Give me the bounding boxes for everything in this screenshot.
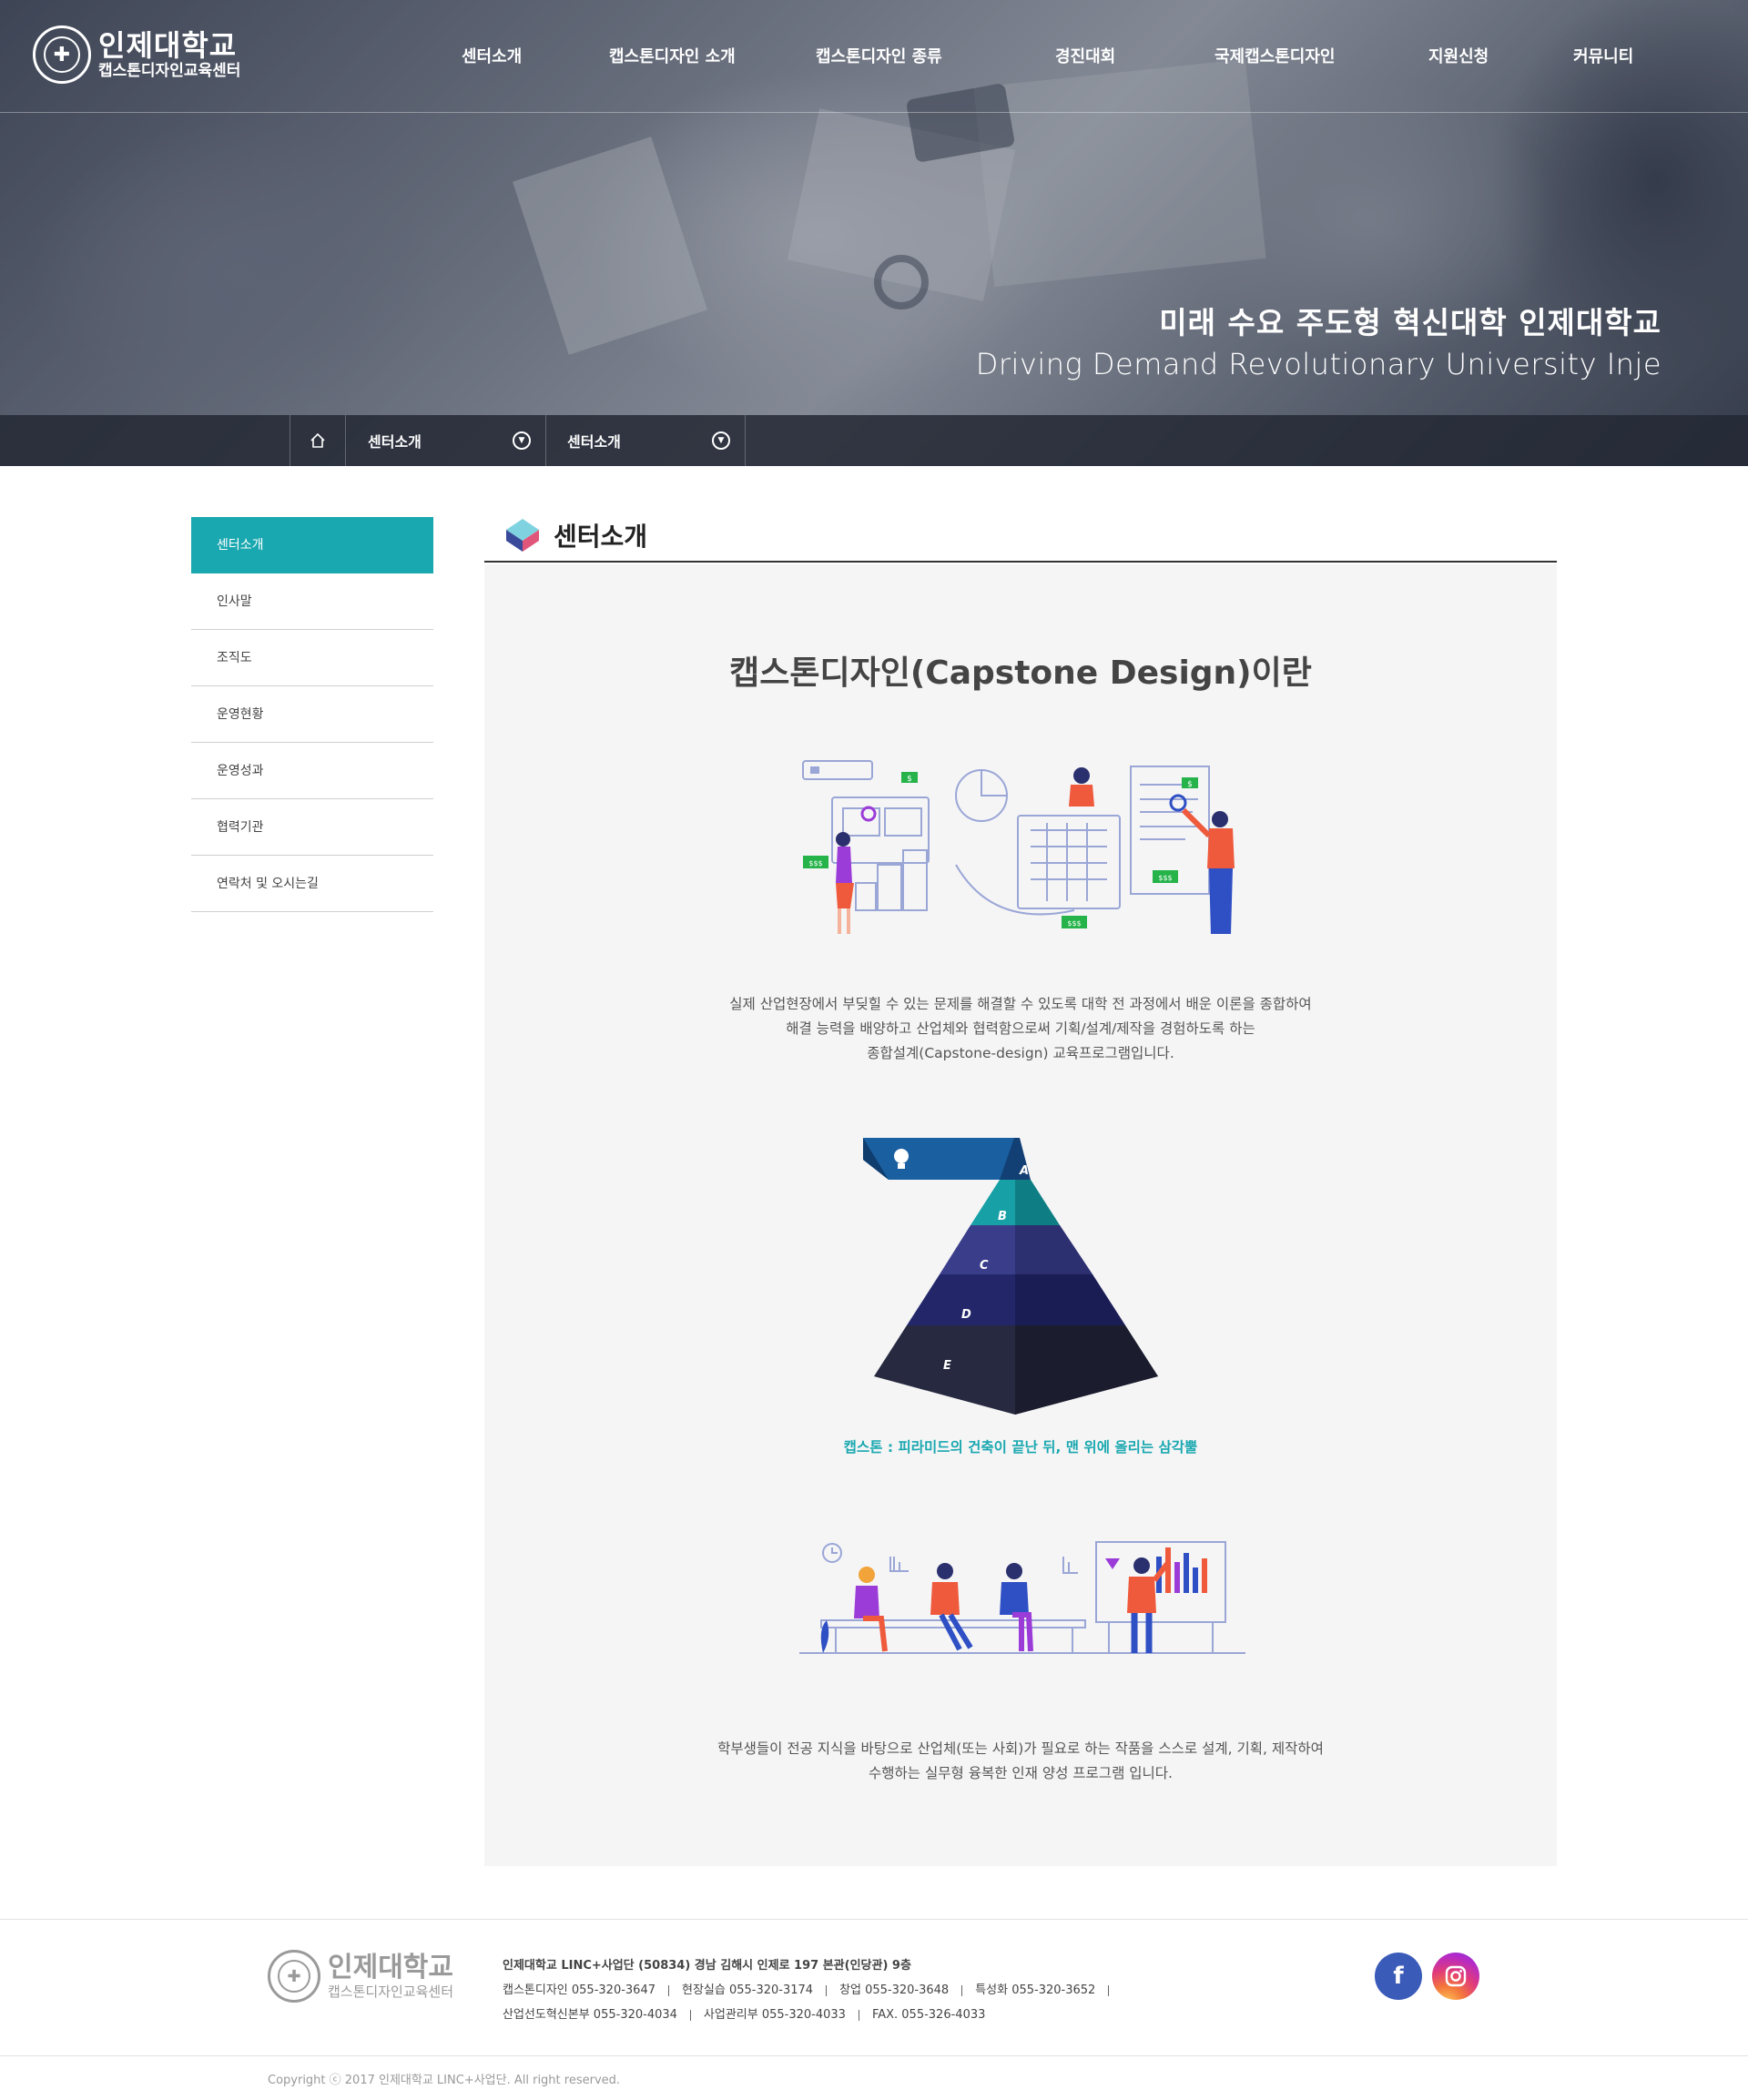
breadcrumb: 센터소개 ▼ 센터소개 ▼ <box>0 415 1748 466</box>
nav-item-community[interactable]: 커뮤니티 <box>1573 44 1633 67</box>
money-badge: $ <box>1187 780 1193 789</box>
money-badge: $$$ <box>1067 919 1081 928</box>
hero-banner: ✚ 인제대학교 캡스톤디자인교육센터 센터소개 캡스톤디자인 소개 캡스톤디자인… <box>0 0 1748 466</box>
team-meeting-illustration <box>799 1541 1245 1654</box>
nav-item-competition[interactable]: 경진대회 <box>1055 44 1115 67</box>
intro-description: 실제 산업현장에서 부딪힐 수 있는 문제를 해결할 수 있도록 대학 전 과정… <box>729 996 1312 1061</box>
nav-item-international[interactable]: 국제캡스톤디자인 <box>1214 44 1335 67</box>
nav-item-apply[interactable]: 지원신청 <box>1428 44 1489 67</box>
pyramid-label: D <box>961 1308 971 1322</box>
page-title: 센터소개 <box>554 522 648 552</box>
footer-contacts-row1: 캡스톤디자인 055-320-3647 현장실습 055-320-3174 창업 0… <box>503 1978 1122 2003</box>
footer-divider <box>0 1919 1748 1920</box>
footer-contact-info: 인제대학교 LINC+사업단 (50834) 경남 김해시 인제로 197 본관… <box>503 1953 1122 2027</box>
hero-slogan: 미래 수요 주도형 혁신대학 인제대학교 Driving Demand Revo… <box>976 302 1662 384</box>
pyramid-illustration: A B C D E <box>863 1138 1158 1415</box>
footer-address: 인제대학교 LINC+사업단 (50834) 경남 김해시 인제로 197 본관… <box>503 1959 911 1973</box>
money-badge: $ <box>907 775 912 784</box>
nav-item-capstone-types[interactable]: 캡스톤디자인 종류 <box>816 44 942 67</box>
pyramid-label: E <box>943 1359 951 1373</box>
sidebar-item-greeting[interactable]: 인사말 <box>191 573 433 630</box>
sidebar-nav: 센터소개 인사말 조직도 운영현황 운영성과 협력기관 연락처 및 오시는길 <box>191 517 433 912</box>
business-analytics-illustration: $ $$$ $$$ $$$ $ <box>802 760 1235 934</box>
breadcrumb-level2[interactable]: 센터소개 ▼ <box>545 415 746 466</box>
program-description: 학부생들이 전공 지식을 바탕으로 산업체(또는 사회)가 필요로 하는 작품을… <box>717 1740 1324 1781</box>
pyramid-label: B <box>998 1210 1007 1223</box>
cube-icon <box>504 517 541 553</box>
chevron-down-icon: ▼ <box>513 431 531 450</box>
nav-item-capstone-intro[interactable]: 캡스톤디자인 소개 <box>609 44 736 67</box>
pyramid-caption: 캡스톤 : 피라미드의 건축이 끝난 뒤, 맨 위에 올리는 삼각뿔 <box>843 1439 1198 1456</box>
section-heading: 캡스톤디자인(Capstone Design)이란 <box>729 654 1312 692</box>
university-emblem-icon: ✚ <box>268 1950 320 2003</box>
top-bar: ✚ 인제대학교 캡스톤디자인교육센터 센터소개 캡스톤디자인 소개 캡스톤디자인… <box>0 0 1748 113</box>
pyramid-label: A <box>1019 1164 1029 1178</box>
nav-item-center[interactable]: 센터소개 <box>462 44 522 67</box>
money-badge: $$$ <box>1158 874 1172 882</box>
content-panel: 캡스톤디자인(Capstone Design)이란 $ $$$ $$$ $$$ … <box>484 564 1557 1866</box>
copyright-text: Copyright ⓒ 2017 인제대학교 LINC+사업단. All rig… <box>268 2074 621 2087</box>
home-icon[interactable] <box>290 415 346 466</box>
sidebar-item-partners[interactable]: 협력기관 <box>191 799 433 856</box>
slogan-korean: 미래 수요 주도형 혁신대학 인제대학교 <box>1159 305 1662 340</box>
sidebar-item-contact[interactable]: 연락처 및 오시는길 <box>191 856 433 912</box>
slogan-english: Driving Demand Revolutionary University … <box>975 347 1662 381</box>
breadcrumb-level1[interactable]: 센터소개 ▼ <box>346 415 546 466</box>
footer-divider <box>0 2055 1748 2056</box>
money-badge: $$$ <box>808 859 822 867</box>
sidebar-item-operation-status[interactable]: 운영현황 <box>191 686 433 743</box>
sidebar-item-center-intro[interactable]: 센터소개 <box>191 517 433 573</box>
sidebar-item-performance[interactable]: 운영성과 <box>191 743 433 799</box>
sidebar-item-organization[interactable]: 조직도 <box>191 630 433 686</box>
facebook-icon[interactable]: f <box>1375 1953 1422 2000</box>
instagram-icon[interactable] <box>1432 1953 1479 2000</box>
footer-logo-title: 인제대학교 <box>328 1952 453 1983</box>
chevron-down-icon: ▼ <box>712 431 730 450</box>
footer-logo-subtitle: 캡스톤디자인교육센터 <box>328 1983 454 2000</box>
global-nav: 센터소개 캡스톤디자인 소개 캡스톤디자인 종류 경진대회 국제캡스톤디자인 지… <box>0 44 1748 71</box>
footer-logo: ✚ 인제대학교 캡스톤디자인교육센터 <box>268 1950 453 2003</box>
footer-contacts-row2: 산업선도혁신본부 055-320-4034 사업관리부 055-320-4033 F… <box>503 2008 986 2022</box>
page: ✚ 인제대학교 캡스톤디자인교육센터 센터소개 캡스톤디자인 소개 캡스톤디자인… <box>0 0 1748 2100</box>
page-title-bar: 센터소개 <box>484 510 1557 563</box>
pyramid-label: C <box>980 1259 989 1273</box>
